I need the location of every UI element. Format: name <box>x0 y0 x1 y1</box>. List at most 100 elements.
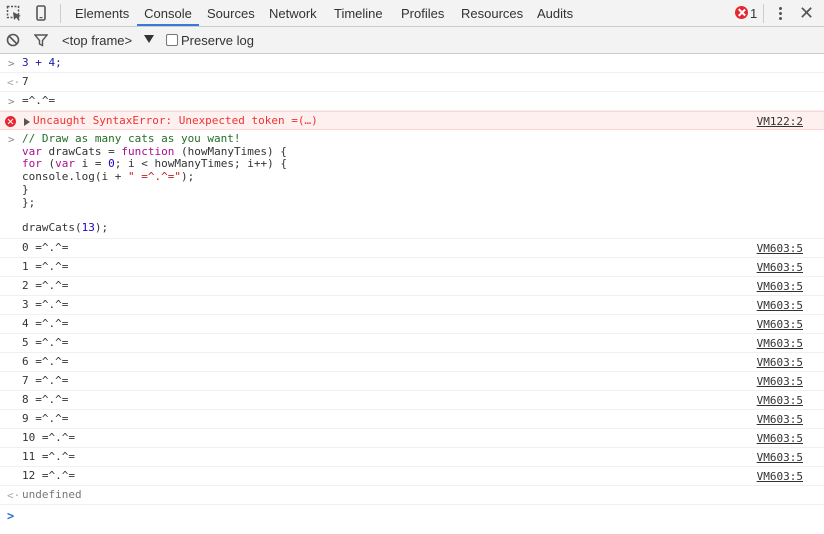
code-token: ); <box>94 220 109 234</box>
log-source-link[interactable]: VM603:5 <box>757 261 803 274</box>
input-prompt-icon: > <box>8 133 15 146</box>
log-text: 12 =^.^= <box>22 469 75 482</box>
log-source-link[interactable]: VM603:5 <box>757 280 803 293</box>
log-row: 6 =^.^= VM603:5 <box>0 353 824 372</box>
log-source-link[interactable]: VM603:5 <box>757 356 803 369</box>
more-options-icon[interactable] <box>779 7 782 21</box>
log-text: 2 =^.^= <box>22 279 69 292</box>
log-source-link[interactable]: VM603:5 <box>757 394 803 407</box>
device-mode-icon[interactable] <box>33 5 49 21</box>
tab-timeline[interactable]: Timeline <box>334 0 383 26</box>
log-row: 1 =^.^= VM603:5 <box>0 258 824 277</box>
log-row: 5 =^.^= VM603:5 <box>0 334 824 353</box>
tab-resources[interactable]: Resources <box>461 0 523 26</box>
preserve-log-checkbox[interactable] <box>166 34 178 46</box>
console-result-text: 7 <box>22 75 29 88</box>
devtools-tabbar: Elements Console Sources Network Timelin… <box>0 0 824 27</box>
log-source-link[interactable]: VM603:5 <box>757 375 803 388</box>
toolbar-divider <box>763 4 764 23</box>
log-row: 2 =^.^= VM603:5 <box>0 277 824 296</box>
log-row: 8 =^.^= VM603:5 <box>0 391 824 410</box>
code-token: } <box>22 182 29 196</box>
log-row: 12 =^.^= VM603:5 <box>0 467 824 486</box>
code-token: ); <box>180 170 195 184</box>
result-arrow-icon: <· <box>7 76 21 89</box>
log-text: 6 =^.^= <box>22 355 69 368</box>
error-message: Uncaught SyntaxError: Unexpected token =… <box>33 114 318 127</box>
code-token: 0 <box>108 157 115 171</box>
inspect-element-icon[interactable] <box>6 5 22 21</box>
code-comment: // Draw as many cats as you want! <box>22 132 241 145</box>
code-token: drawCats( <box>22 220 82 234</box>
log-text: 5 =^.^= <box>22 336 69 349</box>
console-input-text: =^.^= <box>22 94 56 107</box>
error-count[interactable]: 1 <box>750 0 757 27</box>
log-source-link[interactable]: VM603:5 <box>757 242 803 255</box>
expand-triangle-icon[interactable] <box>24 118 30 126</box>
console-result-text: undefined <box>22 488 82 501</box>
tab-sources[interactable]: Sources <box>207 0 255 26</box>
toolbar-divider <box>60 4 61 23</box>
console-prompt-icon: > <box>7 509 15 523</box>
log-text: 3 =^.^= <box>22 298 69 311</box>
code-token: var <box>55 157 75 171</box>
console-result-row: <· 7 <box>0 73 824 92</box>
result-arrow-icon: <· <box>7 489 21 502</box>
console-input-row: > =^.^= <box>0 92 824 111</box>
console-result-row: <· undefined <box>0 486 824 505</box>
log-row: 3 =^.^= VM603:5 <box>0 296 824 315</box>
tab-audits[interactable]: Audits <box>537 0 573 26</box>
input-prompt-icon: > <box>8 95 15 108</box>
code-token: " =^.^=" <box>127 170 181 184</box>
error-icon[interactable] <box>735 6 748 19</box>
tab-profiles[interactable]: Profiles <box>401 0 444 26</box>
console-input-row: > // Draw as many cats as you want! var … <box>0 130 824 239</box>
log-row: 9 =^.^= VM603:5 <box>0 410 824 429</box>
log-row: 0 =^.^= VM603:5 <box>0 239 824 258</box>
log-source-link[interactable]: VM603:5 <box>757 337 803 350</box>
input-prompt-icon: > <box>8 57 15 70</box>
tab-console[interactable]: Console <box>137 0 199 26</box>
log-text: 8 =^.^= <box>22 393 69 406</box>
log-source-link[interactable]: VM603:5 <box>757 299 803 312</box>
log-row: 7 =^.^= VM603:5 <box>0 372 824 391</box>
console-input-code: // Draw as many cats as you want! var dr… <box>22 132 287 235</box>
log-text: 7 =^.^= <box>22 374 69 387</box>
code-token: 13 <box>81 220 95 234</box>
log-source-link[interactable]: VM603:5 <box>757 413 803 426</box>
frame-selector[interactable]: <top frame> <box>62 27 132 54</box>
log-text: 0 =^.^= <box>22 241 69 254</box>
console-error-row: Uncaught SyntaxError: Unexpected token =… <box>0 111 824 130</box>
clear-console-icon[interactable] <box>6 33 20 47</box>
code-token: function <box>121 144 175 158</box>
error-source-link[interactable]: VM122:2 <box>757 115 803 128</box>
code-token: ; i < howManyTimes; i++) { <box>114 157 287 171</box>
console-input-row: > 3 + 4; <box>0 54 824 73</box>
code-token: for <box>22 157 42 171</box>
chevron-down-icon[interactable] <box>144 35 154 43</box>
log-source-link[interactable]: VM603:5 <box>757 451 803 464</box>
preserve-log-label[interactable]: Preserve log <box>181 27 254 54</box>
log-source-link[interactable]: VM603:5 <box>757 318 803 331</box>
tab-elements[interactable]: Elements <box>75 0 129 26</box>
code-token: drawCats = <box>41 144 122 158</box>
log-text: 4 =^.^= <box>22 317 69 330</box>
log-source-link[interactable]: VM603:5 <box>757 470 803 483</box>
log-text: 11 =^.^= <box>22 450 75 463</box>
log-row: 11 =^.^= VM603:5 <box>0 448 824 467</box>
console-prompt-row[interactable]: > <box>0 505 824 525</box>
log-row: 10 =^.^= VM603:5 <box>0 429 824 448</box>
log-row: 4 =^.^= VM603:5 <box>0 315 824 334</box>
close-icon[interactable]: ✕ <box>799 4 814 22</box>
code-token: i = <box>75 157 109 171</box>
log-source-link[interactable]: VM603:5 <box>757 432 803 445</box>
code-token: ( <box>41 157 56 171</box>
code-token: var <box>22 144 42 158</box>
code-token: (howManyTimes) { <box>174 144 287 158</box>
log-text: 9 =^.^= <box>22 412 69 425</box>
code-token: console.log(i + <box>22 170 128 184</box>
console-input-text: 3 + 4; <box>22 56 62 69</box>
log-text: 1 =^.^= <box>22 260 69 273</box>
filter-icon[interactable] <box>34 33 48 47</box>
tab-network[interactable]: Network <box>269 0 317 26</box>
